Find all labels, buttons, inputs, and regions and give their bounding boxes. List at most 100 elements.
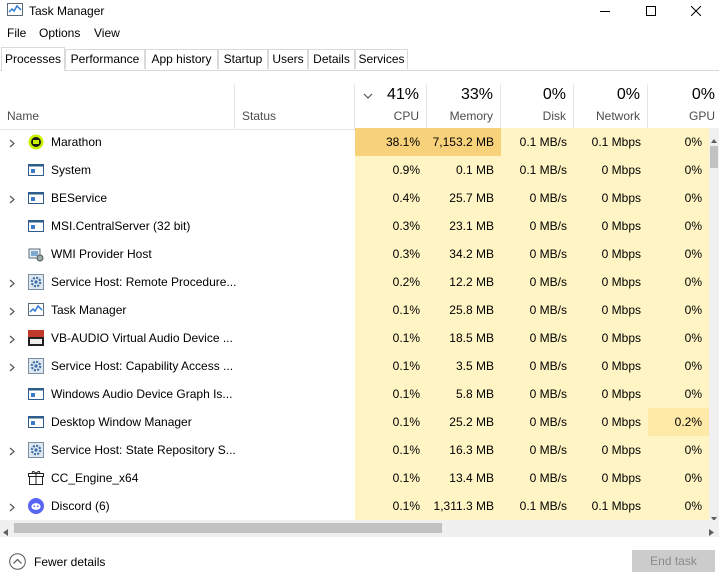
cpu-value: 0.4% [355, 184, 427, 212]
minimize-button[interactable] [582, 0, 628, 22]
table-row[interactable]: Task Manager 0.1% 25.8 MB 0 MB/s 0 Mbps 0% [0, 296, 709, 324]
process-name: CC_Engine_x64 [51, 471, 139, 485]
tab-app-history[interactable]: App history [145, 49, 218, 69]
disk-value: 0.1 MB/s [501, 156, 574, 184]
process-name: Marathon [51, 135, 102, 149]
menu-view[interactable]: View [94, 26, 120, 40]
network-value: 0 Mbps [574, 240, 648, 268]
chevron-right-icon[interactable] [9, 277, 15, 291]
menu-file[interactable]: File [7, 26, 26, 40]
tab-startup[interactable]: Startup [218, 49, 268, 69]
memory-value: 1,311.3 MB [427, 492, 501, 520]
tab-details[interactable]: Details [308, 49, 355, 69]
column-cpu[interactable]: 41% CPU [355, 84, 427, 129]
memory-value: 23.1 MB [427, 212, 501, 240]
memory-value: 34.2 MB [427, 240, 501, 268]
tab-services[interactable]: Services [355, 49, 408, 69]
network-value: 0 Mbps [574, 408, 648, 436]
gpu-value: 0% [648, 156, 709, 184]
gpu-value: 0% [648, 268, 709, 296]
network-value: 0 Mbps [574, 296, 648, 324]
chevron-right-icon[interactable] [9, 361, 15, 375]
task-manager-icon [28, 302, 44, 318]
network-value: 0 Mbps [574, 212, 648, 240]
cpu-percent: 41% [386, 86, 419, 103]
process-name: WMI Provider Host [51, 247, 152, 261]
cpu-value: 0.1% [355, 352, 427, 380]
vertical-scrollbar[interactable] [709, 128, 719, 521]
table-row[interactable]: Discord (6) 0.1% 1,311.3 MB 0.1 MB/s 0.1 Mbp… [0, 492, 709, 520]
table-row[interactable]: CC_Engine_x64 0.1% 13.4 MB 0 MB/s 0 Mbps 0% [0, 464, 709, 492]
table-row[interactable]: Service Host: Remote Procedure... 0.2% 12.… [0, 268, 709, 296]
table-row[interactable]: Service Host: Capability Access ... 0.1% 3… [0, 352, 709, 380]
marathon-icon [28, 134, 44, 150]
tab-performance[interactable]: Performance [65, 49, 145, 69]
vertical-scroll-thumb[interactable] [710, 146, 718, 168]
cpu-value: 0.1% [355, 408, 427, 436]
chevron-right-icon[interactable] [9, 193, 15, 207]
column-header: Name Status 41% CPU 33% Memory 0% Disk 0… [0, 84, 719, 130]
gear-icon [28, 442, 44, 458]
title-bar: Task Manager [0, 0, 719, 22]
chevron-right-icon[interactable] [9, 137, 15, 151]
table-row[interactable]: Desktop Window Manager 0.1% 25.2 MB 0 MB/s 0… [0, 408, 709, 436]
gpu-value: 0.2% [648, 408, 709, 436]
disk-value: 0.1 MB/s [501, 128, 574, 156]
tab-users[interactable]: Users [268, 49, 308, 69]
cpu-label: CPU [393, 109, 419, 123]
fewer-details-link[interactable]: Fewer details [34, 555, 105, 569]
gpu-value: 0% [648, 128, 709, 156]
chevron-right-icon[interactable] [9, 501, 15, 515]
menu-options[interactable]: Options [39, 26, 80, 40]
table-row[interactable]: MSI.CentralServer (32 bit) 0.3% 23.1 MB 0 M… [0, 212, 709, 240]
horizontal-scroll-thumb[interactable] [14, 523, 442, 533]
memory-label: Memory [449, 109, 493, 123]
table-row[interactable]: WMI Provider Host 0.3% 34.2 MB 0 MB/s 0 Mbps… [0, 240, 709, 268]
process-name: Service Host: Remote Procedure... [51, 275, 237, 289]
disk-value: 0 MB/s [501, 464, 574, 492]
chevron-up-circle-icon[interactable] [9, 553, 26, 573]
column-memory[interactable]: 33% Memory [427, 84, 501, 129]
network-value: 0 Mbps [574, 324, 648, 352]
close-button[interactable] [673, 0, 719, 22]
disk-value: 0 MB/s [501, 296, 574, 324]
network-value: 0 Mbps [574, 352, 648, 380]
memory-value: 5.8 MB [427, 380, 501, 408]
memory-value: 18.5 MB [427, 324, 501, 352]
chevron-right-icon[interactable] [9, 333, 15, 347]
column-disk[interactable]: 0% Disk [501, 84, 574, 129]
table-row[interactable]: Windows Audio Device Graph Is... 0.1% 5.8 … [0, 380, 709, 408]
process-name: BEService [51, 191, 108, 205]
gpu-value: 0% [648, 296, 709, 324]
tab-processes[interactable]: Processes [1, 47, 65, 71]
disk-value: 0 MB/s [501, 352, 574, 380]
table-row[interactable]: System 0.9% 0.1 MB 0.1 MB/s 0 Mbps 0% [0, 156, 709, 184]
table-row[interactable]: VB-AUDIO Virtual Audio Device ... 0.1% 18.… [0, 324, 709, 352]
gpu-value: 0% [648, 240, 709, 268]
column-name-label: Name [7, 109, 40, 123]
voicemeeter-icon [28, 330, 44, 346]
wmi-icon [28, 246, 44, 262]
process-name: Service Host: Capability Access ... [51, 359, 234, 373]
chevron-right-icon[interactable] [9, 445, 15, 459]
table-row[interactable]: BEService 0.4% 25.7 MB 0 MB/s 0 Mbps 0% [0, 184, 709, 212]
discord-icon [28, 498, 44, 514]
gpu-value: 0% [648, 324, 709, 352]
maximize-button[interactable] [628, 0, 674, 22]
table-row[interactable]: Service Host: State Repository S... 0.1% 1… [0, 436, 709, 464]
table-row[interactable]: Marathon 38.1% 7,153.2 MB 0.1 MB/s 0.1 Mbps 0… [0, 128, 709, 156]
column-network[interactable]: 0% Network [574, 84, 648, 129]
gpu-value: 0% [648, 492, 709, 520]
column-gpu[interactable]: 0% GPU [648, 84, 719, 129]
disk-value: 0 MB/s [501, 408, 574, 436]
disk-value: 0 MB/s [501, 184, 574, 212]
column-name[interactable]: Name [0, 84, 235, 129]
network-percent: 0% [616, 86, 640, 103]
horizontal-scrollbar[interactable] [0, 520, 719, 537]
scroll-up-icon[interactable] [711, 132, 717, 146]
memory-value: 13.4 MB [427, 464, 501, 492]
column-status[interactable]: Status [235, 84, 355, 129]
chevron-right-icon[interactable] [9, 305, 15, 319]
process-name: MSI.CentralServer (32 bit) [51, 219, 191, 233]
end-task-button[interactable]: End task [632, 550, 715, 572]
